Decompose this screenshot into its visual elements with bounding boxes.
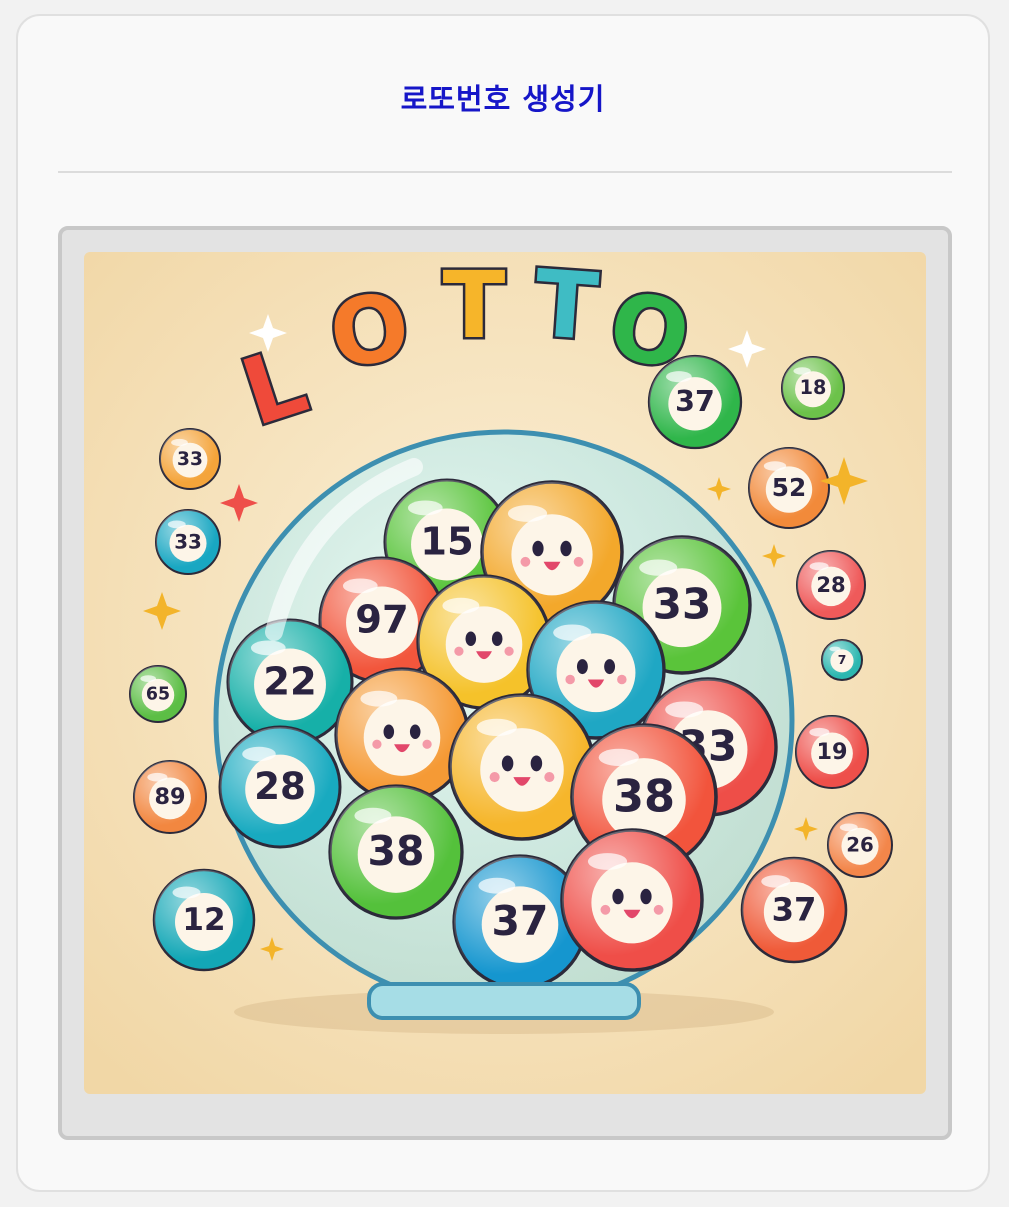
ball-number: 37 <box>675 385 715 418</box>
ball-number: 7 <box>838 652 847 667</box>
ball-number: 38 <box>368 827 425 875</box>
lotto-ball <box>560 828 704 972</box>
lotto-ball: 33 <box>155 509 221 575</box>
lotto-ball: 28 <box>796 550 866 620</box>
ball-number: 97 <box>355 597 408 642</box>
lotto-illustration: 15 33 97 22 33 38 28 38 37 37 18 33 52 33 28 7 65 19 89 26… <box>84 252 926 1094</box>
lotto-ball: 19 <box>795 715 869 789</box>
page-title: 로또번호 생성기 <box>400 82 606 116</box>
ball-number: 12 <box>182 902 225 938</box>
jar-base <box>367 982 641 1020</box>
image-frame: 15 33 97 22 33 38 28 38 37 37 18 33 52 33 28 7 65 19 89 26… <box>58 226 952 1140</box>
ball-number: 33 <box>653 580 712 629</box>
generator-card: 로또번호 생성기 15 33 97 22 33 38 28 38 37 37 1… <box>16 14 990 1192</box>
ball-number: 38 <box>613 770 675 822</box>
ball-number: 28 <box>816 572 845 597</box>
lotto-ball: 22 <box>226 618 354 746</box>
ball-number: 37 <box>772 890 817 928</box>
ball-number: 28 <box>254 764 306 808</box>
lotto-ball: 89 <box>133 760 207 834</box>
logo-letter: O <box>323 272 415 389</box>
lotto-ball: 26 <box>827 812 893 878</box>
ball-number: 52 <box>772 473 807 502</box>
lotto-ball: 12 <box>152 868 256 972</box>
lotto-ball: 37 <box>740 856 848 964</box>
ball-number: 26 <box>846 833 874 856</box>
ball-number: 37 <box>492 897 549 945</box>
ball-number: 18 <box>800 376 827 399</box>
lotto-ball: 38 <box>328 784 464 920</box>
lotto-ball: 7 <box>821 639 863 681</box>
lotto-ball: 65 <box>129 665 187 723</box>
lotto-ball <box>334 667 470 803</box>
logo-letter: T <box>443 252 506 359</box>
ball-number: 33 <box>177 449 203 470</box>
ball-number: 89 <box>154 784 185 810</box>
ball-number: 33 <box>174 530 202 553</box>
ball-number: 22 <box>263 659 316 704</box>
ball-number: 15 <box>420 519 473 564</box>
lotto-ball: 28 <box>218 725 342 849</box>
lotto-ball <box>448 693 596 841</box>
lotto-ball: 52 <box>748 447 830 529</box>
lotto-ball: 33 <box>159 428 221 490</box>
ball-number: 65 <box>146 685 170 705</box>
lotto-ball: 18 <box>781 356 845 420</box>
ball-number: 19 <box>816 739 847 765</box>
logo-letter: T <box>531 252 601 361</box>
title-divider <box>58 171 952 173</box>
